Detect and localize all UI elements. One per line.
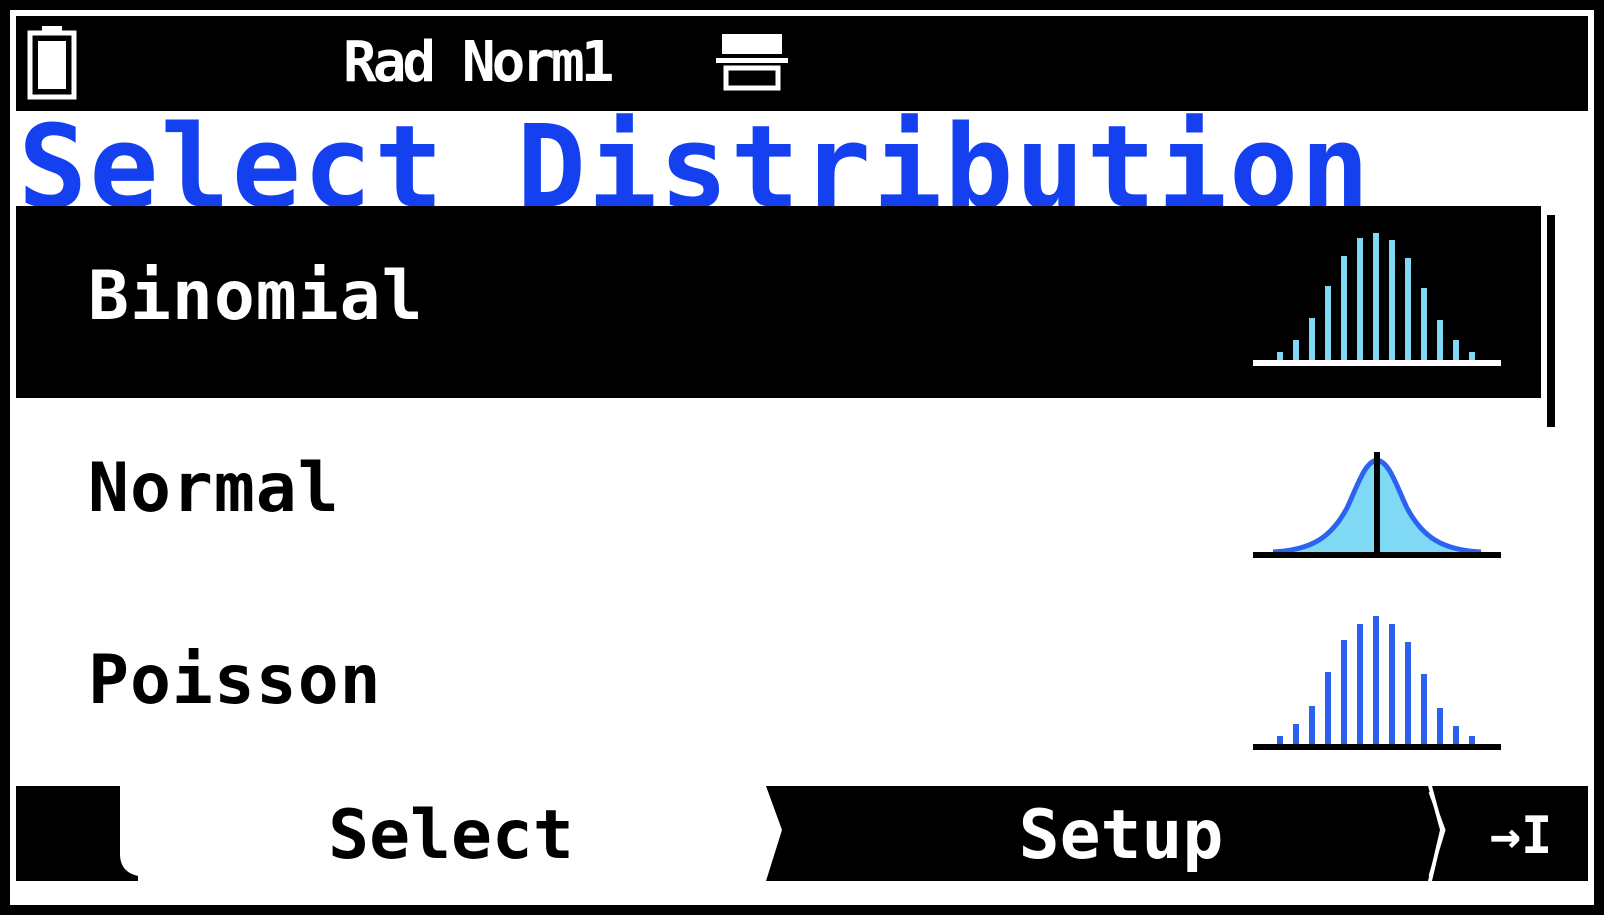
function-key-shapes xyxy=(16,786,1588,881)
jump-to-end-icon[interactable]: →I xyxy=(1466,796,1576,876)
f1-key[interactable] xyxy=(16,786,138,881)
binomial-distribution-icon xyxy=(1253,233,1501,366)
setup-softkey-label[interactable]: Setup xyxy=(956,796,1286,876)
item-label-binomial: Binomial xyxy=(88,257,424,336)
status-bar: Rad Norm1 xyxy=(16,16,1588,111)
keyboard-icon xyxy=(716,34,788,91)
angle-display-mode: Rad Norm1 xyxy=(343,30,614,95)
poisson-distribution-icon xyxy=(1253,616,1501,750)
normal-distribution-icon xyxy=(1253,452,1501,558)
function-key-bar: Select Setup →I xyxy=(16,786,1588,881)
item-label-poisson: Poisson xyxy=(88,641,382,720)
battery-icon xyxy=(27,26,77,100)
select-softkey-label[interactable]: Select xyxy=(286,796,616,876)
list-item-binomial[interactable]: Binomial xyxy=(16,206,1541,398)
list-item-normal[interactable]: Normal xyxy=(16,398,1541,590)
scrollbar[interactable] xyxy=(1547,215,1555,427)
calculator-screen: Rad Norm1 Select Distribution Binomial N… xyxy=(10,10,1594,905)
list-item-poisson[interactable]: Poisson xyxy=(16,590,1541,782)
item-label-normal: Normal xyxy=(88,449,340,528)
